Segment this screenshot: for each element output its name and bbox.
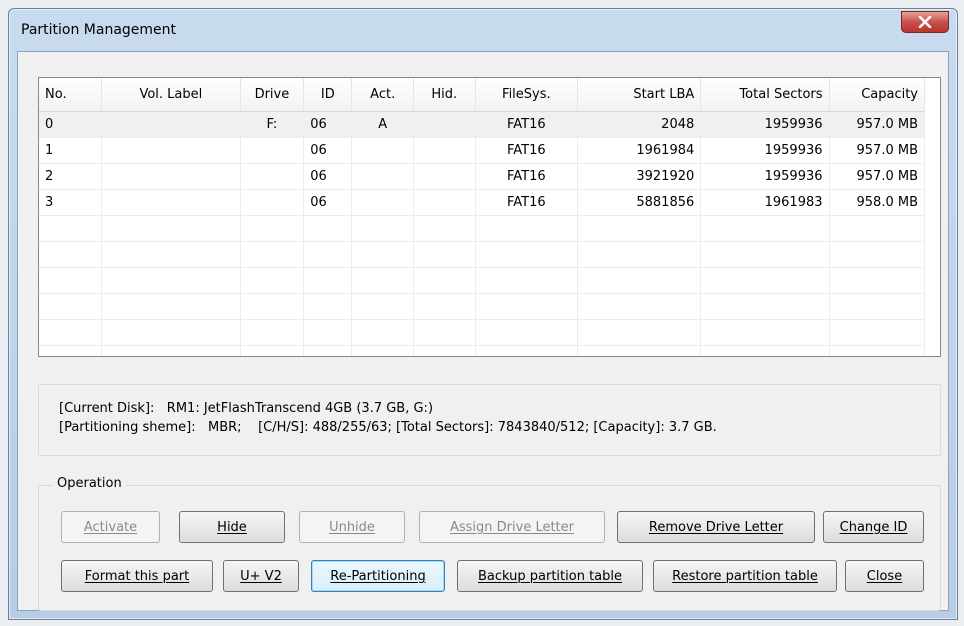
hide-button[interactable]: Hide [179, 511, 285, 543]
cell-capacity: 957.0 MB [829, 163, 926, 190]
cell-capacity: 957.0 MB [829, 137, 926, 164]
empty-row [39, 319, 926, 346]
table-row[interactable]: 1 06 FAT16 1961984 1959936 957.0 MB [39, 137, 926, 164]
cell-no: 0 [39, 111, 103, 138]
close-icon [918, 16, 932, 28]
cell-total-sectors: 1961983 [700, 189, 830, 216]
change-id-button[interactable]: Change ID [823, 511, 924, 543]
table-row[interactable]: 2 06 FAT16 3921920 1959936 957.0 MB [39, 163, 926, 190]
cell-filesys: FAT16 [475, 111, 579, 138]
empty-row [39, 215, 926, 242]
cell-total-sectors: 1959936 [700, 163, 830, 190]
cell-hid [413, 163, 476, 190]
col-header-hid[interactable]: Hid. [413, 78, 476, 112]
disk-info-panel: [Current Disk]: RM1: JetFlashTranscend 4… [38, 384, 941, 456]
cell-filesys: FAT16 [475, 137, 579, 164]
empty-row [39, 241, 926, 268]
unhide-button[interactable]: Unhide [299, 511, 405, 543]
cell-drive [240, 189, 305, 216]
col-header-total-sectors[interactable]: Total Sectors [700, 78, 830, 112]
activate-button[interactable]: Activate [61, 511, 160, 543]
cell-start-lba: 5881856 [577, 189, 702, 216]
col-header-id[interactable]: ID [303, 78, 353, 112]
cell-act [351, 137, 414, 164]
col-header-capacity[interactable]: Capacity [829, 78, 926, 112]
cell-drive: F: [240, 111, 305, 138]
col-header-vol-label[interactable]: Vol. Label [101, 78, 241, 112]
operation-group: Operation Activate Hide Unhide Assign Dr… [38, 476, 941, 611]
format-partition-button[interactable]: Format this part [61, 560, 213, 592]
empty-row [39, 293, 926, 320]
col-header-no[interactable]: No. [39, 78, 103, 112]
cell-drive [240, 137, 305, 164]
col-header-act[interactable]: Act. [351, 78, 414, 112]
cell-act [351, 189, 414, 216]
remove-drive-letter-button[interactable]: Remove Drive Letter [617, 511, 815, 543]
cell-no: 3 [39, 189, 103, 216]
cell-vol-label [101, 137, 241, 164]
restore-partition-table-button[interactable]: Restore partition table [653, 560, 837, 592]
cell-start-lba: 2048 [577, 111, 702, 138]
close-window-button[interactable] [901, 11, 949, 33]
operation-legend: Operation [53, 476, 126, 491]
col-header-drive[interactable]: Drive [240, 78, 305, 112]
table-row[interactable]: 3 06 FAT16 5881856 1961983 958.0 MB [39, 189, 926, 216]
cell-id: 06 [303, 189, 353, 216]
cell-no: 2 [39, 163, 103, 190]
re-partitioning-button[interactable]: Re-Partitioning [311, 560, 445, 592]
cell-no: 1 [39, 137, 103, 164]
cell-hid [413, 189, 476, 216]
current-disk-text: [Current Disk]: RM1: JetFlashTranscend 4… [59, 401, 434, 416]
cell-start-lba: 1961984 [577, 137, 702, 164]
title-bar[interactable]: Partition Management [9, 9, 957, 51]
cell-start-lba: 3921920 [577, 163, 702, 190]
dialog-client-area: No. Vol. Label Drive ID Act. Hid. FileSy… [17, 51, 949, 611]
cell-vol-label [101, 189, 241, 216]
cell-id: 06 [303, 163, 353, 190]
empty-row [39, 267, 926, 294]
col-header-filesys[interactable]: FileSys. [475, 78, 579, 112]
cell-total-sectors: 1959936 [700, 137, 830, 164]
cell-id: 06 [303, 111, 353, 138]
cell-id: 06 [303, 137, 353, 164]
table-row[interactable]: 0 F: 06 A FAT16 2048 1959936 957.0 MB [39, 111, 926, 138]
table-header-row: No. Vol. Label Drive ID Act. Hid. FileSy… [39, 78, 926, 112]
cell-drive [240, 163, 305, 190]
col-header-start-lba[interactable]: Start LBA [577, 78, 702, 112]
cell-act [351, 163, 414, 190]
cell-filesys: FAT16 [475, 189, 579, 216]
window-title: Partition Management [21, 22, 177, 38]
partition-table: No. Vol. Label Drive ID Act. Hid. FileSy… [39, 78, 926, 356]
cell-hid [413, 111, 476, 138]
cell-vol-label [101, 111, 241, 138]
empty-row [39, 345, 926, 356]
cell-act: A [351, 111, 414, 138]
partitioning-scheme-text: [Partitioning sheme]: MBR; [C/H/S]: 488/… [59, 420, 717, 435]
cell-capacity: 958.0 MB [829, 189, 926, 216]
partition-management-window: Partition Management No. Vol. Label Driv… [8, 8, 958, 620]
cell-vol-label [101, 163, 241, 190]
cell-hid [413, 137, 476, 164]
cell-filesys: FAT16 [475, 163, 579, 190]
u-plus-v2-button[interactable]: U+ V2 [223, 560, 299, 592]
backup-partition-table-button[interactable]: Backup partition table [457, 560, 643, 592]
partition-list[interactable]: No. Vol. Label Drive ID Act. Hid. FileSy… [38, 77, 941, 357]
cell-capacity: 957.0 MB [829, 111, 926, 138]
assign-drive-letter-button[interactable]: Assign Drive Letter [419, 511, 605, 543]
cell-total-sectors: 1959936 [700, 111, 830, 138]
close-button[interactable]: Close [845, 560, 924, 592]
